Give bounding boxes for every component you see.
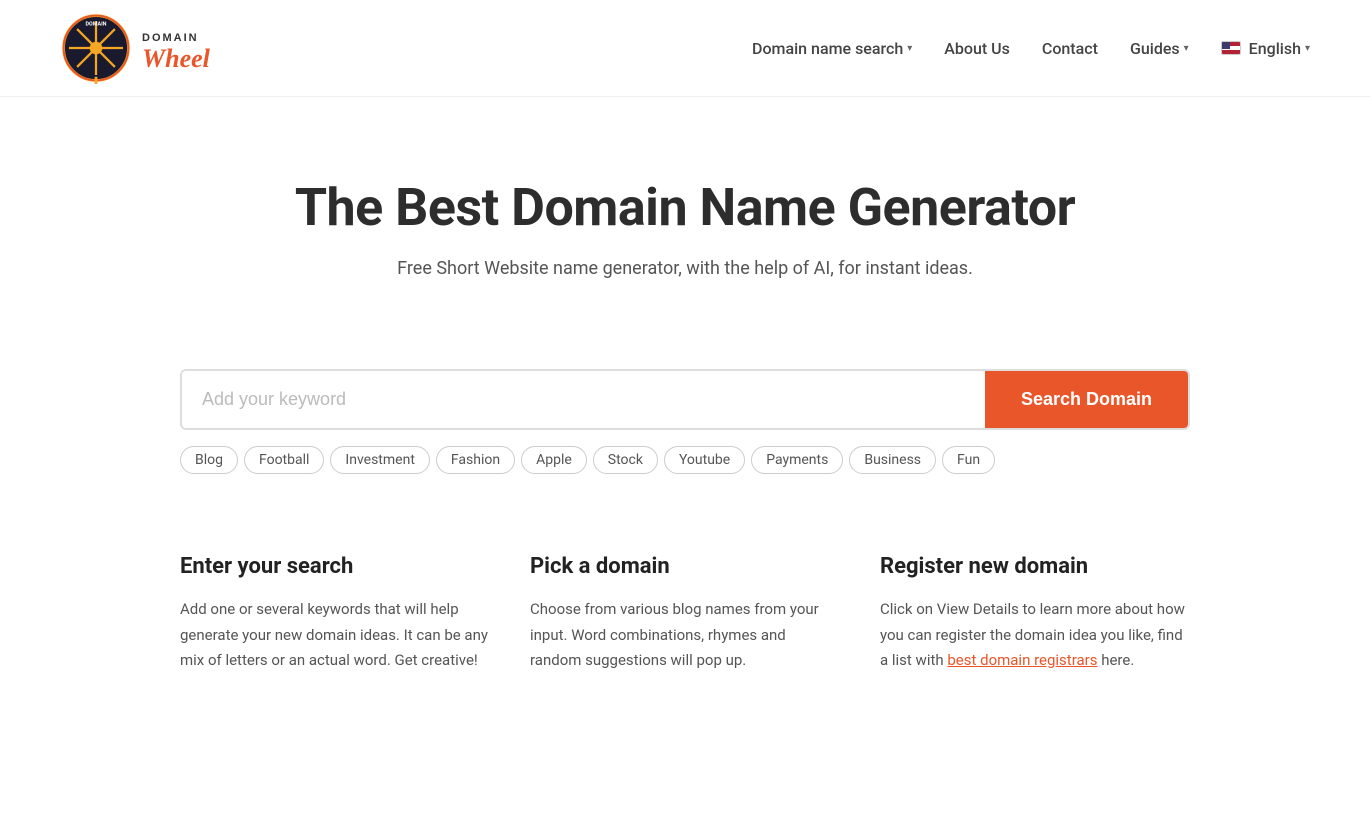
register-text-post: here. xyxy=(1097,651,1134,669)
tag-item[interactable]: Youtube xyxy=(664,446,745,474)
main-nav: Domain name search ▾ About Us Contact Gu… xyxy=(752,39,1310,58)
search-button[interactable]: Search Domain xyxy=(985,371,1188,428)
tag-item[interactable]: Fashion xyxy=(436,446,515,474)
nav-about[interactable]: About Us xyxy=(944,39,1010,58)
chevron-down-icon: ▾ xyxy=(907,43,912,54)
svg-text:Wheel: Wheel xyxy=(142,44,211,73)
logo-text: DOMAIN Wheel xyxy=(142,23,272,73)
flag-icon xyxy=(1221,41,1241,55)
chevron-down-icon: ▾ xyxy=(1305,43,1310,54)
info-card-title: Pick a domain xyxy=(530,554,840,579)
hero-subtitle: Free Short Website name generator, with … xyxy=(40,258,1330,279)
info-card-title: Enter your search xyxy=(180,554,490,579)
info-card-pick-domain: Pick a domain Choose from various blog n… xyxy=(530,554,840,674)
info-card-title: Register new domain xyxy=(880,554,1190,579)
logo-link[interactable]: DOMAIN DOMAIN Wheel xyxy=(60,12,272,84)
tag-list: BlogFootballInvestmentFashionAppleStockY… xyxy=(180,446,1190,474)
tag-item[interactable]: Football xyxy=(244,446,324,474)
tag-item[interactable]: Apple xyxy=(521,446,587,474)
page-title: The Best Domain Name Generator xyxy=(40,177,1330,238)
nav-domain-search[interactable]: Domain name search ▾ xyxy=(752,39,912,58)
search-input[interactable] xyxy=(182,371,985,428)
info-card-body: Choose from various blog names from your… xyxy=(530,597,840,674)
info-card-body: Add one or several keywords that will he… xyxy=(180,597,490,674)
tag-item[interactable]: Fun xyxy=(942,446,995,474)
language-selector[interactable]: English ▾ xyxy=(1221,39,1310,58)
info-card-register-domain: Register new domain Click on View Detail… xyxy=(880,554,1190,674)
logo-icon: DOMAIN xyxy=(60,12,132,84)
tag-item[interactable]: Business xyxy=(849,446,936,474)
chevron-down-icon: ▾ xyxy=(1184,43,1189,54)
svg-text:DOMAIN: DOMAIN xyxy=(142,32,199,44)
nav-contact[interactable]: Contact xyxy=(1042,39,1098,58)
tag-item[interactable]: Stock xyxy=(593,446,658,474)
search-section: Search Domain BlogFootballInvestmentFash… xyxy=(140,369,1230,474)
info-card-body: Click on View Details to learn more abou… xyxy=(880,597,1190,674)
site-header: DOMAIN DOMAIN Wheel Domain name search ▾… xyxy=(0,0,1370,97)
hero-section: The Best Domain Name Generator Free Shor… xyxy=(0,97,1370,369)
tag-item[interactable]: Payments xyxy=(751,446,843,474)
tag-item[interactable]: Investment xyxy=(330,446,429,474)
info-section: Enter your search Add one or several key… xyxy=(140,554,1230,674)
info-card-enter-search: Enter your search Add one or several key… xyxy=(180,554,490,674)
svg-text:DOMAIN: DOMAIN xyxy=(86,22,107,28)
search-form: Search Domain xyxy=(180,369,1190,430)
registrars-link[interactable]: best domain registrars xyxy=(947,651,1097,669)
nav-guides[interactable]: Guides ▾ xyxy=(1130,39,1189,58)
tag-item[interactable]: Blog xyxy=(180,446,238,474)
